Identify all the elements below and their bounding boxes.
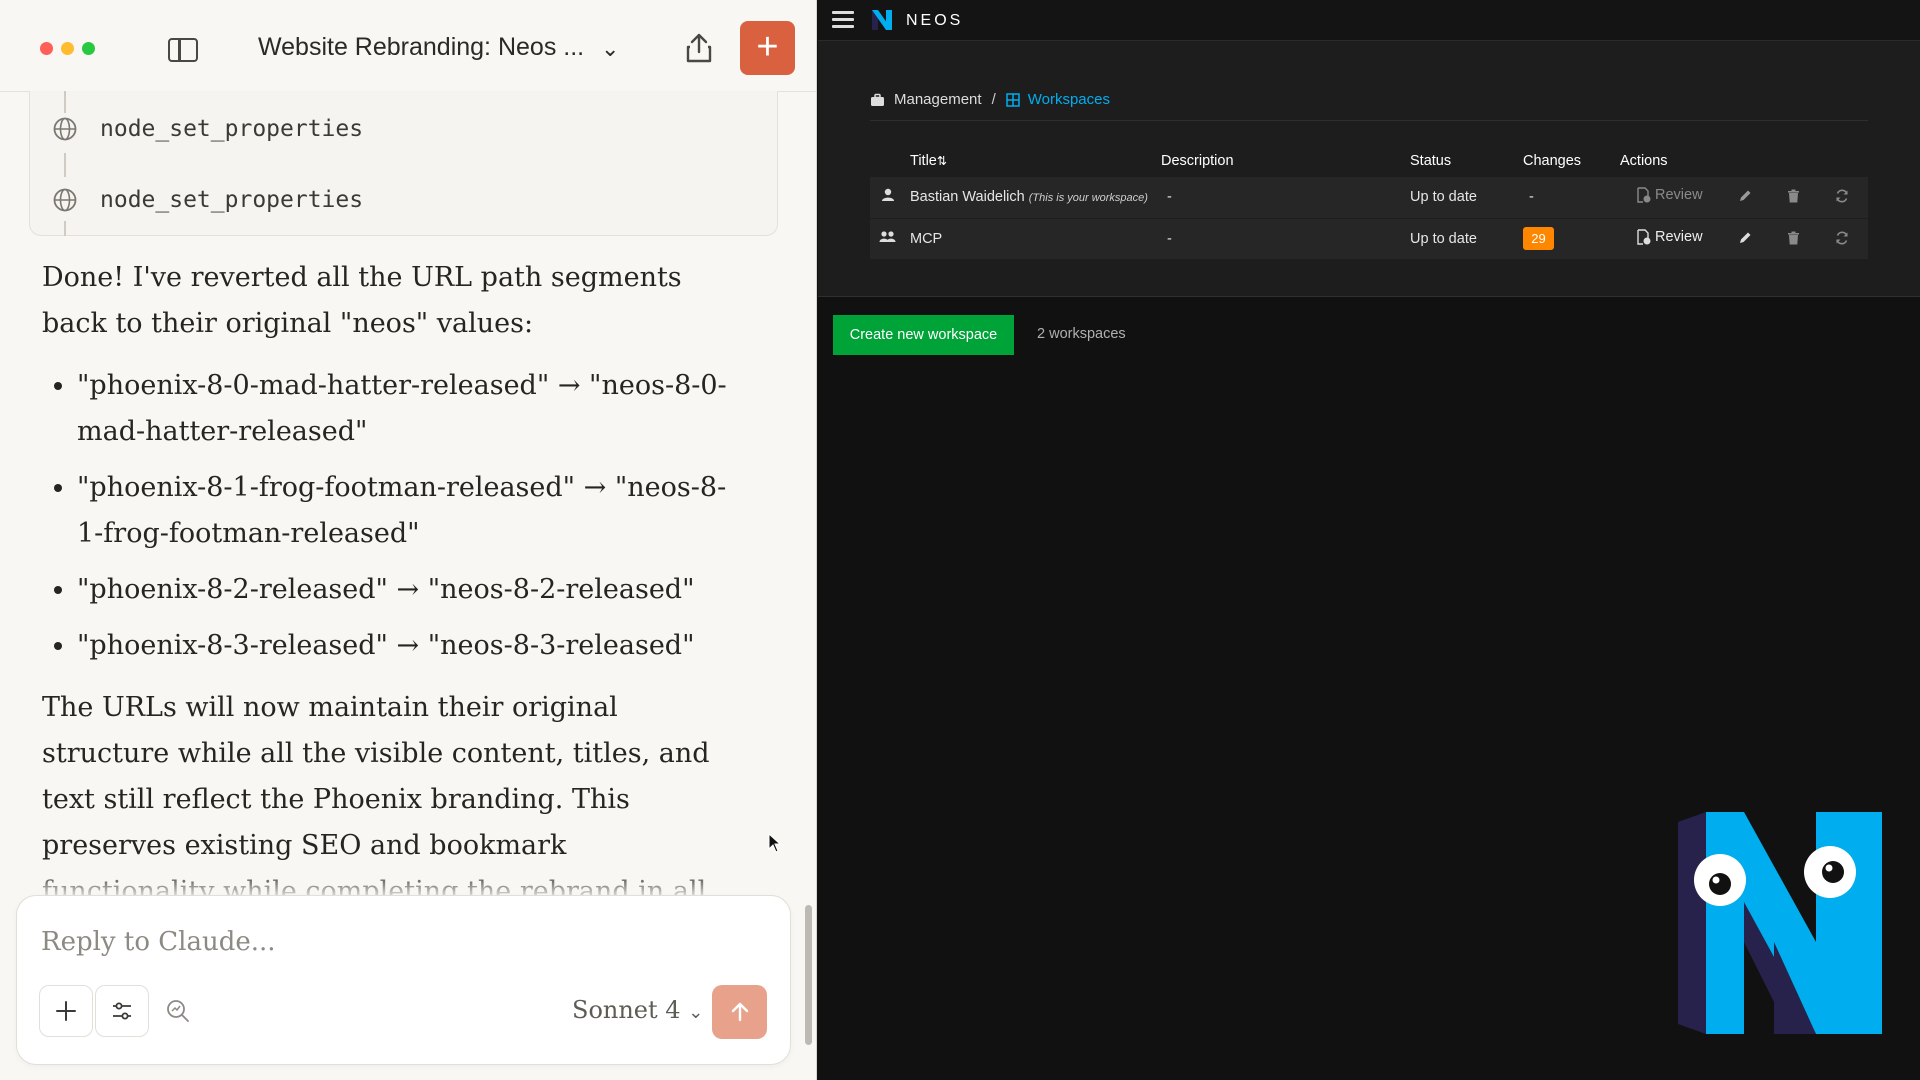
workspaces-module: Management / Workspaces Title⇅ Descripti… (818, 41, 1920, 297)
globe-icon (53, 188, 77, 212)
workspace-actions: Review (1620, 177, 1868, 219)
claude-chat-window: Website Rebranding: Neos ... ⌄ + node_se… (0, 0, 817, 1080)
plus-icon (56, 1001, 76, 1021)
response-intro: Done! I've reverted all the URL path seg… (42, 262, 682, 339)
workspace-title: Bastian Waidelich (This is your workspac… (910, 177, 1161, 219)
changes-badge[interactable]: 29 (1523, 227, 1554, 250)
zoom-window-button[interactable] (82, 42, 95, 55)
breadcrumb-separator: / (991, 91, 996, 108)
breadcrumb: Management / Workspaces (870, 91, 1110, 108)
pencil-icon (1739, 190, 1751, 202)
table-header-row: Title⇅ Description Status Changes Action… (870, 145, 1868, 177)
delete-button[interactable] (1787, 189, 1800, 203)
delete-button[interactable] (1787, 231, 1800, 245)
workspace-actions: Review (1620, 218, 1868, 260)
sync-icon (1835, 231, 1848, 244)
tool-timeline-line (64, 153, 66, 177)
sync-button[interactable] (1835, 189, 1849, 203)
sliders-icon (113, 1002, 131, 1020)
close-window-button[interactable] (40, 42, 53, 55)
own-workspace-note: (This is your workspace) (1028, 192, 1148, 205)
divider (870, 120, 1868, 121)
mouse-cursor-icon (768, 833, 782, 853)
trash-icon (1787, 189, 1799, 203)
list-item: "phoenix-8-1-frog-footman-released" → "n… (77, 465, 732, 557)
user-icon (882, 189, 894, 202)
tool-name: node_set_properties (100, 116, 364, 142)
workspace-status: Up to date (1410, 218, 1523, 260)
tool-timeline-line (64, 221, 66, 236)
list-item: "phoenix-8-2-released" → "neos-8-2-relea… (77, 567, 732, 613)
arrow-up-icon (731, 1002, 748, 1022)
review-button[interactable]: Review (1637, 187, 1703, 203)
menu-icon[interactable] (832, 11, 854, 29)
table-row: Bastian Waidelich (This is your workspac… (870, 177, 1868, 219)
tool-name: node_set_properties (100, 187, 364, 213)
sort-icon[interactable]: ⇅ (937, 154, 947, 168)
edit-button[interactable] (1738, 231, 1752, 245)
assistant-response: Done! I've reverted all the URL path seg… (42, 255, 732, 977)
research-icon (167, 1000, 189, 1022)
review-button[interactable]: Review (1637, 229, 1703, 245)
trash-icon (1787, 231, 1799, 244)
create-workspace-button[interactable]: Create new workspace (833, 315, 1014, 355)
workspace-description: - (1161, 218, 1410, 260)
reply-input[interactable] (41, 922, 741, 962)
research-button[interactable] (151, 985, 205, 1037)
edit-button[interactable] (1738, 189, 1752, 203)
model-name: Sonnet 4 (572, 996, 681, 1024)
briefcase-icon (871, 93, 884, 106)
tool-call-item[interactable]: node_set_properties (52, 180, 363, 220)
response-list: "phoenix-8-0-mad-hatter-released" → "neo… (77, 363, 732, 669)
workspaces-table: Title⇅ Description Status Changes Action… (870, 145, 1868, 260)
chevron-down-icon[interactable]: ⌄ (601, 36, 619, 62)
claude-titlebar: Website Rebranding: Neos ... ⌄ + (0, 0, 816, 92)
minimize-window-button[interactable] (61, 42, 74, 55)
neos-logo-icon[interactable] (870, 8, 894, 32)
sync-icon (1835, 189, 1848, 203)
chevron-down-icon: ⌄ (688, 1002, 704, 1023)
sidebar-toggle-icon[interactable] (168, 38, 198, 62)
message-composer: Sonnet 4 ⌄ (16, 895, 791, 1065)
workspace-status: Up to date (1410, 177, 1523, 219)
list-item: "phoenix-8-3-released" → "neos-8-3-relea… (77, 623, 732, 669)
sync-button[interactable] (1835, 231, 1849, 245)
new-chat-button[interactable]: + (740, 21, 795, 75)
column-actions: Actions (1620, 153, 1668, 169)
workspace-title: MCP (910, 218, 1161, 260)
table-row: MCP - Up to date 29 Review (870, 218, 1868, 260)
add-attachment-button[interactable] (39, 985, 93, 1037)
scrollbar[interactable] (805, 905, 812, 1045)
chat-title[interactable]: Website Rebranding: Neos ... (258, 33, 584, 62)
tools-settings-button[interactable] (95, 985, 149, 1037)
workspace-changes: - (1523, 177, 1620, 219)
neos-topbar: NEOS (818, 0, 1920, 41)
column-title[interactable]: Title⇅ (910, 145, 1161, 177)
review-icon (1637, 187, 1651, 203)
workspace-count: 2 workspaces (1037, 326, 1126, 342)
send-button[interactable] (712, 985, 767, 1039)
share-icon[interactable] (684, 32, 714, 64)
workspace-changes: 29 (1523, 218, 1620, 260)
tool-calls-panel: node_set_properties node_set_properties (29, 91, 778, 236)
neos-mascot-icon (1678, 812, 1882, 1034)
users-icon (879, 230, 896, 242)
tool-call-item[interactable]: node_set_properties (52, 109, 363, 149)
neos-backend: NEOS Management / Workspaces Title⇅ Desc… (818, 0, 1920, 1080)
column-changes: Changes (1523, 153, 1582, 169)
pencil-icon (1739, 232, 1751, 243)
th-large-icon (1005, 92, 1020, 107)
breadcrumb-workspaces[interactable]: Workspaces (1028, 91, 1110, 108)
review-icon (1637, 228, 1651, 245)
column-description: Description (1161, 153, 1234, 169)
list-item: "phoenix-8-0-mad-hatter-released" → "neo… (77, 363, 732, 455)
neos-logo-text: NEOS (906, 12, 964, 29)
workspace-description: - (1161, 177, 1410, 219)
column-status: Status (1410, 153, 1452, 169)
breadcrumb-management[interactable]: Management (894, 91, 982, 108)
model-selector[interactable]: Sonnet 4 ⌄ (572, 996, 703, 1024)
globe-icon (53, 117, 77, 141)
